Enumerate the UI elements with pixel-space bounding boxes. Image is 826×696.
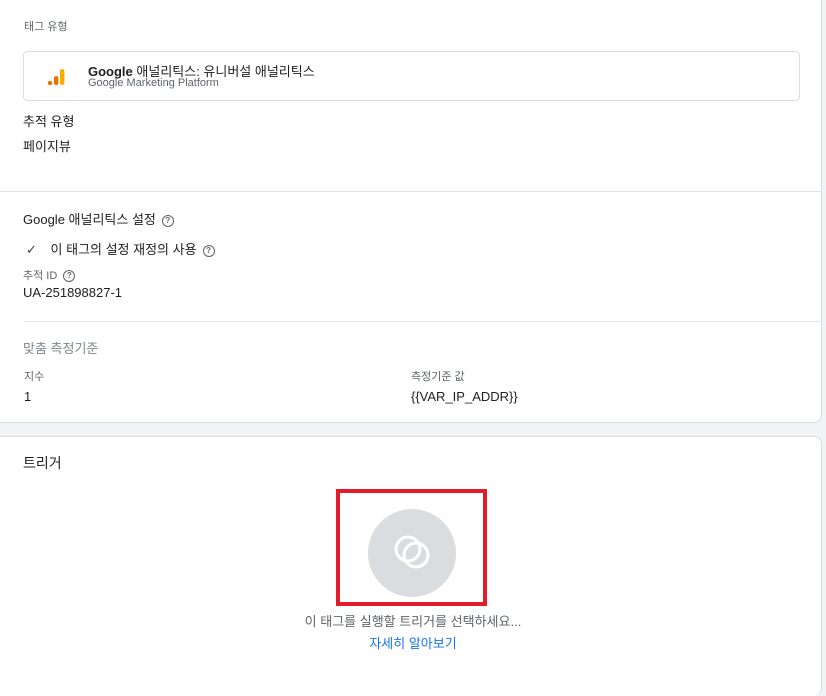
triggers-heading: 트리거 [23,455,62,471]
trigger-empty-message: 이 태그를 실행할 트리거를 선택하세요... [304,614,522,629]
ga-settings-heading: Google 애널리틱스 설정? [23,209,174,228]
dimension-value-cell: {{VAR_IP_ADDR}} [411,389,518,404]
index-column-header: 지수 [24,371,45,383]
custom-dimensions-heading: 맞춤 측정기준 [23,341,99,356]
help-icon[interactable]: ? [202,244,215,257]
tracking-id-label: 추적 ID? [23,267,76,283]
tag-type-selector[interactable]: Google 애널리틱스: 유니버설 애널리틱스 Google Marketin… [23,51,800,101]
override-settings-label: 이 태그의 설정 재정의 사용 [50,242,197,257]
tag-type-provider: Google Marketing Platform [88,77,219,89]
checkmark-icon: ✓ [26,242,37,257]
help-icon[interactable]: ? [63,270,76,283]
value-column-header: 측정기준 값 [411,371,465,383]
dimension-index-cell: 1 [24,389,32,404]
tracking-type-label: 추적 유형 [23,114,75,129]
override-settings-row[interactable]: ✓ 이 태그의 설정 재정의 사용? [26,239,215,258]
divider [0,191,822,192]
analytics-bar-icon [47,69,65,86]
highlight-box [336,489,487,606]
tracking-id-value: UA-251898827-1 [23,285,123,300]
divider [24,321,822,322]
tracking-type-value: 페이지뷰 [23,139,71,154]
help-icon[interactable]: ? [161,214,174,227]
tag-type-label: 태그 유형 [24,21,68,33]
learn-more-link[interactable]: 자세히 알아보기 [0,633,826,652]
